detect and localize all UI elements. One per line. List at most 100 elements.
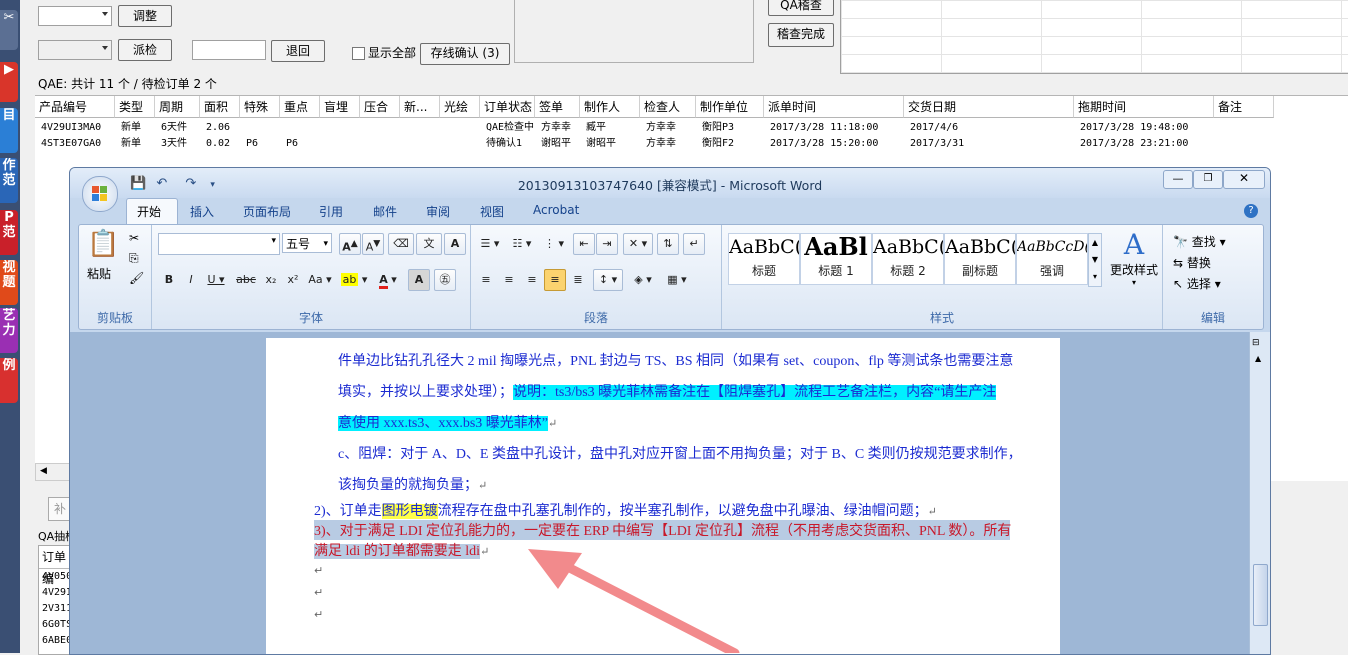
underline-button[interactable]: U ▾ xyxy=(202,269,230,291)
table-cell[interactable]: P6 xyxy=(280,136,320,152)
column-header[interactable]: 制作人 xyxy=(580,96,640,118)
table-cell[interactable] xyxy=(400,136,440,152)
table-cell[interactable] xyxy=(440,120,480,136)
style-gallery-item[interactable]: AaBbC(标题 2 xyxy=(872,233,944,285)
table-cell[interactable] xyxy=(360,136,400,152)
column-header[interactable]: 交货日期 xyxy=(904,96,1074,118)
table-row[interactable]: 4V050 xyxy=(39,569,71,585)
tab-page-layout[interactable]: 页面布局 xyxy=(243,203,291,220)
chinese-layout-icon[interactable]: ✕ ▾ xyxy=(623,233,653,255)
enclose-char-icon[interactable]: ㊄ xyxy=(434,269,456,291)
adjust-button[interactable]: 调整 xyxy=(118,5,172,27)
column-header[interactable]: 类型 xyxy=(115,96,155,118)
column-header[interactable]: 制作单位 xyxy=(696,96,764,118)
table-cell[interactable]: 2017/3/28 19:48:00 xyxy=(1074,120,1214,136)
scroll-thumb[interactable] xyxy=(1253,564,1268,626)
table-cell[interactable]: 方幸幸 xyxy=(640,136,696,152)
column-header[interactable]: 订单状态 xyxy=(480,96,535,118)
table-cell[interactable]: QAE检查中 xyxy=(480,120,535,136)
summary-grid[interactable] xyxy=(840,0,1348,74)
show-all-checkbox[interactable] xyxy=(352,47,365,60)
font-name-input[interactable]: ▾ xyxy=(158,233,280,255)
table-cell[interactable] xyxy=(1214,136,1274,152)
font-size-input[interactable]: 五号 ▾ xyxy=(282,233,332,253)
table-cell[interactable]: 臧平 xyxy=(580,120,640,136)
table-cell[interactable]: 待确认1 xyxy=(480,136,535,152)
minimize-button[interactable]: — xyxy=(1163,170,1193,189)
tab-review[interactable]: 审阅 xyxy=(426,203,450,220)
table-cell[interactable]: 谢昭平 xyxy=(535,136,580,152)
table-cell[interactable]: 4ST3E07GA0 xyxy=(35,136,115,152)
replace-button[interactable]: ⇆ 替换 xyxy=(1173,254,1211,271)
tab-view[interactable]: 视图 xyxy=(480,203,504,220)
tab-home[interactable]: 开始 xyxy=(137,203,161,220)
style-gallery-item[interactable]: AaBbC(副标题 xyxy=(944,233,1016,285)
align-left-icon[interactable]: ≡ xyxy=(475,269,497,291)
column-header[interactable]: 重点 xyxy=(280,96,320,118)
launcher-item-4[interactable]: 艺力 xyxy=(0,308,18,353)
style-gallery-item[interactable]: AaBbC(标题 xyxy=(728,233,800,285)
table-cell[interactable]: 新单 xyxy=(115,136,155,152)
document-vscrollbar[interactable]: ⊟ ▲ xyxy=(1249,332,1270,654)
tab-references[interactable]: 引用 xyxy=(319,203,343,220)
paste-icon[interactable]: 📋 xyxy=(87,229,119,259)
char-shading-icon[interactable]: A xyxy=(408,269,430,291)
table-cell[interactable]: 6天件 xyxy=(155,120,200,136)
column-header[interactable]: 面积 xyxy=(200,96,240,118)
column-header[interactable]: 盲埋 xyxy=(320,96,360,118)
column-header[interactable]: 备注 xyxy=(1214,96,1274,118)
table-cell[interactable]: 0.02 xyxy=(200,136,240,152)
distribute-icon[interactable]: ≣ xyxy=(567,269,589,291)
tab-insert[interactable]: 插入 xyxy=(190,203,214,220)
table-row[interactable]: 2V311 xyxy=(39,601,71,617)
table-cell[interactable] xyxy=(360,120,400,136)
copy-icon[interactable]: ⎘ xyxy=(129,251,139,266)
tab-mailings[interactable]: 邮件 xyxy=(373,203,397,220)
table-cell[interactable] xyxy=(400,120,440,136)
table-cell[interactable]: 谢昭平 xyxy=(580,136,640,152)
help-icon[interactable]: ? xyxy=(1244,204,1258,218)
select-button[interactable]: ↖ 选择 ▾ xyxy=(1173,275,1221,292)
table-cell[interactable]: 2017/3/28 15:20:00 xyxy=(764,136,904,152)
review-done-button[interactable]: 稽查完成 xyxy=(768,23,834,47)
return-reason-input[interactable] xyxy=(192,40,266,60)
return-button[interactable]: 退回 xyxy=(271,40,325,62)
align-right-icon[interactable]: ≡ xyxy=(521,269,543,291)
bullets-icon[interactable]: ☰ ▾ xyxy=(475,233,505,255)
borders-icon[interactable]: ▦ ▾ xyxy=(661,269,693,291)
close-button[interactable]: ✕ xyxy=(1223,170,1265,189)
ruler-toggle-icon[interactable]: ⊟ xyxy=(1252,338,1260,348)
multilevel-list-icon[interactable]: ⋮ ▾ xyxy=(539,233,569,255)
column-header[interactable]: 周期 xyxy=(155,96,200,118)
table-cell[interactable]: 衡阳P3 xyxy=(696,120,764,136)
table-cell[interactable]: 2.06 xyxy=(200,120,240,136)
dispatch-button[interactable]: 派检 xyxy=(118,39,172,61)
paste-button[interactable]: 粘贴 xyxy=(87,265,111,282)
table-cell[interactable]: 2017/3/28 11:18:00 xyxy=(764,120,904,136)
style-gallery-item[interactable]: AaBbCcD(强调 xyxy=(1016,233,1088,285)
numbering-icon[interactable]: ☷ ▾ xyxy=(507,233,537,255)
table-row[interactable]: 6ABE0 xyxy=(39,633,71,649)
superscript-button[interactable]: x² xyxy=(282,269,304,291)
column-header[interactable]: 特殊 xyxy=(240,96,280,118)
column-header[interactable]: 压合 xyxy=(360,96,400,118)
online-confirm-button[interactable]: 存线确认 (3) xyxy=(420,43,510,65)
style-gallery-item[interactable]: AaBl 标题 1 xyxy=(800,233,872,285)
font-color-button[interactable]: A ▾ xyxy=(372,269,404,291)
tab-acrobat[interactable]: Acrobat xyxy=(533,203,579,217)
filter-combo[interactable] xyxy=(38,6,112,26)
strikethrough-button[interactable]: abc xyxy=(232,269,260,291)
table-cell[interactable]: 衡阳F2 xyxy=(696,136,764,152)
align-center-icon[interactable]: ≡ xyxy=(498,269,520,291)
column-header[interactable]: 产品编号 xyxy=(35,96,115,118)
column-header[interactable]: 新... xyxy=(400,96,440,118)
sort-icon[interactable]: ⇅ xyxy=(657,233,679,255)
highlight-color-button[interactable]: ab ▾ xyxy=(338,269,370,291)
table-row[interactable]: 4V29I xyxy=(39,585,71,601)
column-header[interactable]: 派单时间 xyxy=(764,96,904,118)
change-styles-button[interactable]: A 更改样式 ▾ xyxy=(1110,229,1158,288)
shading-icon[interactable]: ◈ ▾ xyxy=(627,269,659,291)
table-row[interactable]: 6G0TS xyxy=(39,617,71,633)
table-cell[interactable] xyxy=(1214,120,1274,136)
column-header[interactable]: 拖期时间 xyxy=(1074,96,1214,118)
